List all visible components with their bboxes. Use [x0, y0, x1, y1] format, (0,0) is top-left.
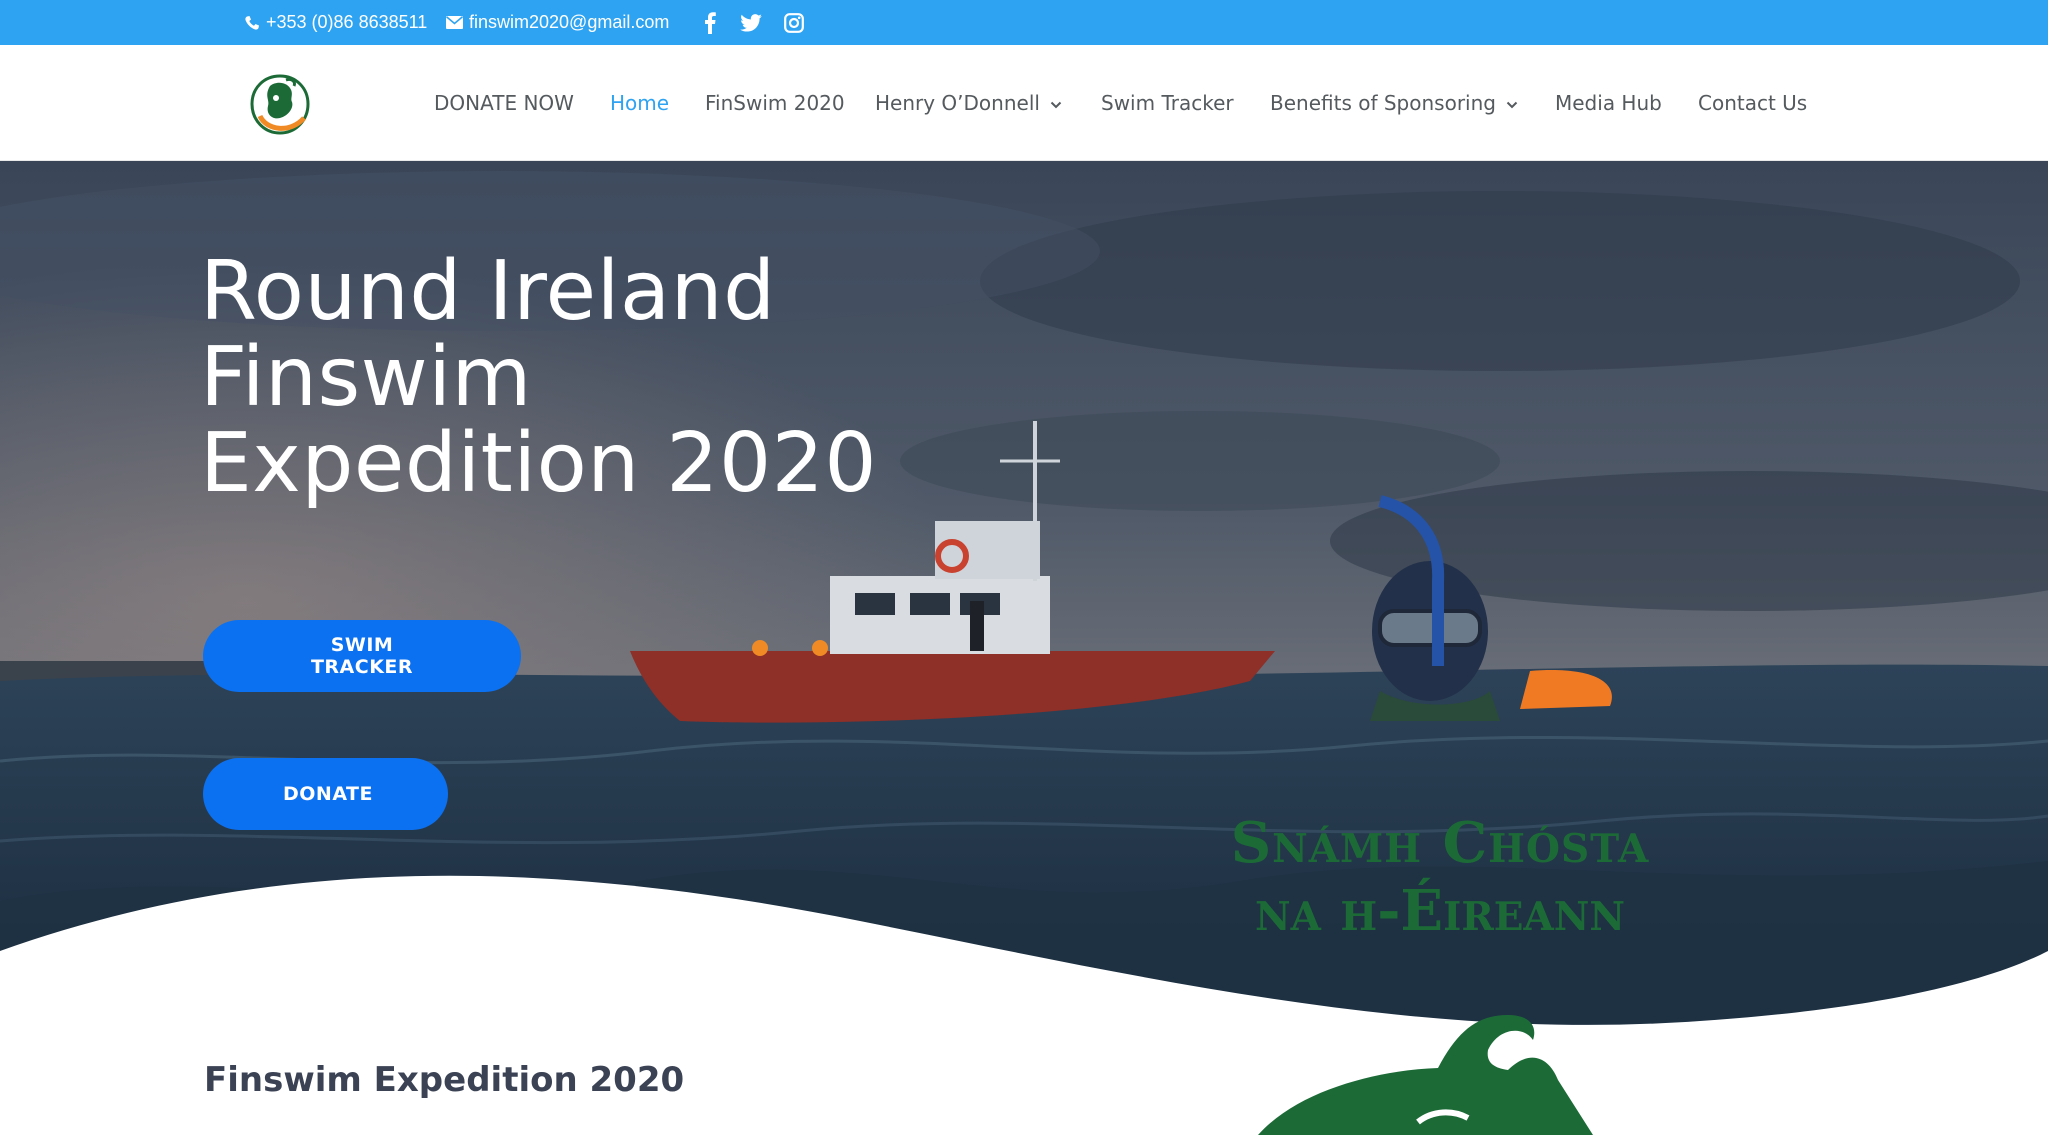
- email-contact[interactable]: finswim2020@gmail.com: [446, 0, 669, 45]
- phone-icon: [245, 15, 259, 30]
- instagram-link[interactable]: [777, 0, 811, 45]
- phone-contact[interactable]: +353 (0)86 8638511: [244, 0, 427, 45]
- nav-label: Home: [610, 91, 670, 115]
- nav-donate-now[interactable]: DONATE NOW: [434, 91, 574, 115]
- section-title: Finswim Expedition 2020: [204, 1060, 685, 1100]
- nav-swim-tracker[interactable]: Swim Tracker: [1101, 91, 1234, 115]
- nav-henry-odonnell[interactable]: Henry O’Donnell: [875, 91, 1062, 115]
- hero-title-line: Round Ireland: [200, 244, 776, 339]
- green-fish-mascot-icon: [1258, 1015, 1593, 1135]
- instagram-icon: [784, 12, 804, 33]
- gaelic-line-2: na h-Éireann: [1254, 878, 1626, 944]
- nav-label: Benefits of Sponsoring: [1270, 91, 1496, 115]
- top-contact-bar: +353 (0)86 8638511 finswim2020@gmail.com: [0, 0, 2048, 45]
- hero-title-line: Finswim: [200, 330, 532, 425]
- twitter-icon: [740, 13, 762, 32]
- main-nav: DONATE NOW Home FinSwim 2020 Henry O’Don…: [0, 45, 2048, 161]
- swim-tracker-button[interactable]: SWIM TRACKER: [203, 620, 521, 692]
- chevron-down-icon: [1506, 101, 1518, 108]
- nav-label: DONATE NOW: [434, 91, 574, 115]
- nav-label: Swim Tracker: [1101, 91, 1234, 115]
- gaelic-wordmark: Snámh Chósta na h-Éireann: [1190, 811, 1690, 947]
- nav-label: Henry O’Donnell: [875, 91, 1040, 115]
- donate-button[interactable]: DONATE: [203, 758, 448, 830]
- nav-contact-us[interactable]: Contact Us: [1698, 91, 1807, 115]
- site-header: DONATE NOW Home FinSwim 2020 Henry O’Don…: [0, 45, 2048, 161]
- nav-label: Media Hub: [1555, 91, 1662, 115]
- facebook-link[interactable]: [693, 0, 727, 45]
- twitter-link[interactable]: [734, 0, 768, 45]
- hero-title-line: Expedition 2020: [200, 416, 877, 511]
- email-address: finswim2020@gmail.com: [469, 12, 670, 32]
- nav-finswim-2020[interactable]: FinSwim 2020: [705, 91, 845, 115]
- gaelic-line-1: Snámh Chósta: [1230, 810, 1650, 876]
- nav-label: FinSwim 2020: [705, 91, 845, 115]
- hero-title: Round Ireland Finswim Expedition 2020: [200, 249, 960, 507]
- hero-section: Round Ireland Finswim Expedition 2020 SW…: [0, 161, 2048, 1135]
- nav-home[interactable]: Home: [610, 91, 669, 115]
- nav-media-hub[interactable]: Media Hub: [1555, 91, 1662, 115]
- facebook-icon: [705, 11, 716, 34]
- nav-label: Contact Us: [1698, 91, 1808, 115]
- phone-number: +353 (0)86 8638511: [266, 12, 428, 32]
- nav-benefits-of-sponsoring[interactable]: Benefits of Sponsoring: [1270, 91, 1518, 115]
- envelope-icon: [446, 16, 463, 29]
- chevron-down-icon: [1050, 101, 1062, 108]
